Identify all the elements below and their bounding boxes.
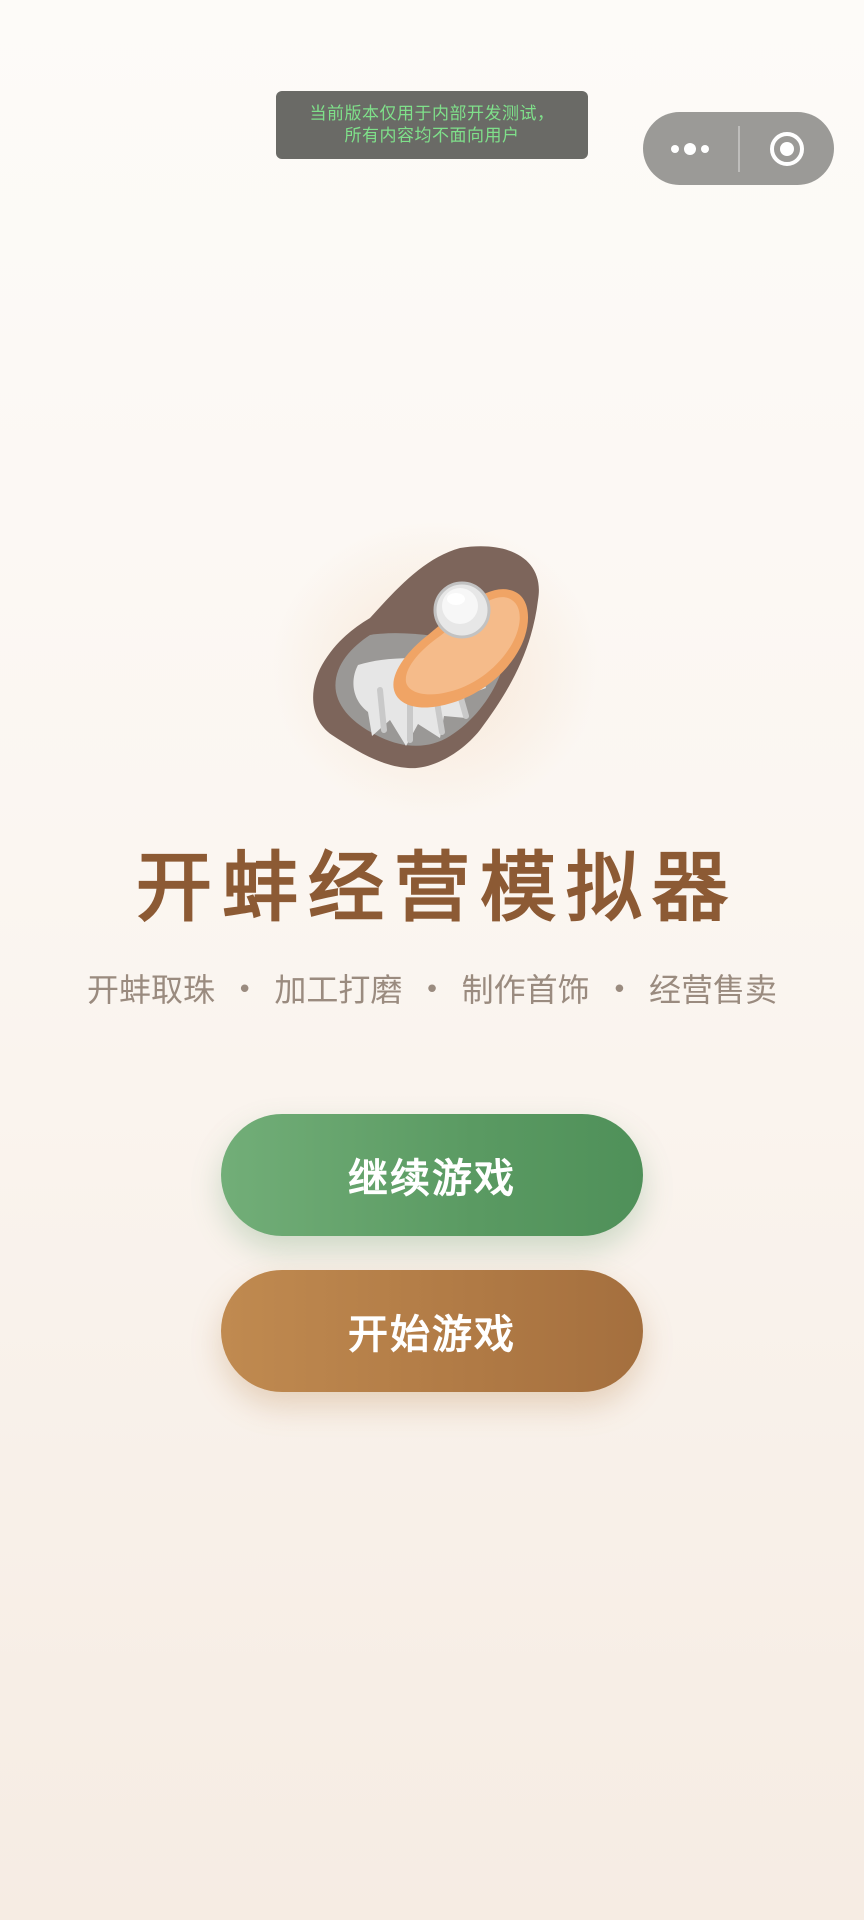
feature-item: 开蚌取珠 — [86, 971, 215, 1009]
feature-separator: • — [424, 975, 440, 1005]
start-game-button[interactable]: 开始游戏 — [221, 1270, 643, 1392]
target-circle-icon — [769, 131, 804, 166]
continue-game-button[interactable]: 继续游戏 — [221, 1114, 643, 1236]
page-title: 开蚌经营模拟器 — [136, 843, 738, 932]
dev-notice-line-1: 当前版本仅用于内部开发测试， — [309, 104, 555, 124]
feature-separator: • — [611, 975, 628, 1005]
feature-item: 制作首饰 — [461, 971, 590, 1009]
dev-notice-line-2: 所有内容均不面向用户 — [344, 126, 520, 146]
dev-notice-banner: 当前版本仅用于内部开发测试， 所有内容均不面向用户 — [276, 91, 588, 159]
feature-item: 加工打磨 — [274, 971, 403, 1009]
close-button[interactable] — [740, 112, 835, 185]
oyster-pearl-icon — [313, 546, 539, 769]
feature-list: 开蚌取珠 • 加工打磨 • 制作首饰 • 经营售卖 — [0, 966, 864, 1014]
feature-item: 经营售卖 — [649, 971, 778, 1009]
capsule-menu — [643, 112, 834, 185]
feature-separator: • — [236, 975, 253, 1005]
more-button[interactable] — [643, 112, 738, 185]
more-dots-icon — [671, 142, 710, 155]
